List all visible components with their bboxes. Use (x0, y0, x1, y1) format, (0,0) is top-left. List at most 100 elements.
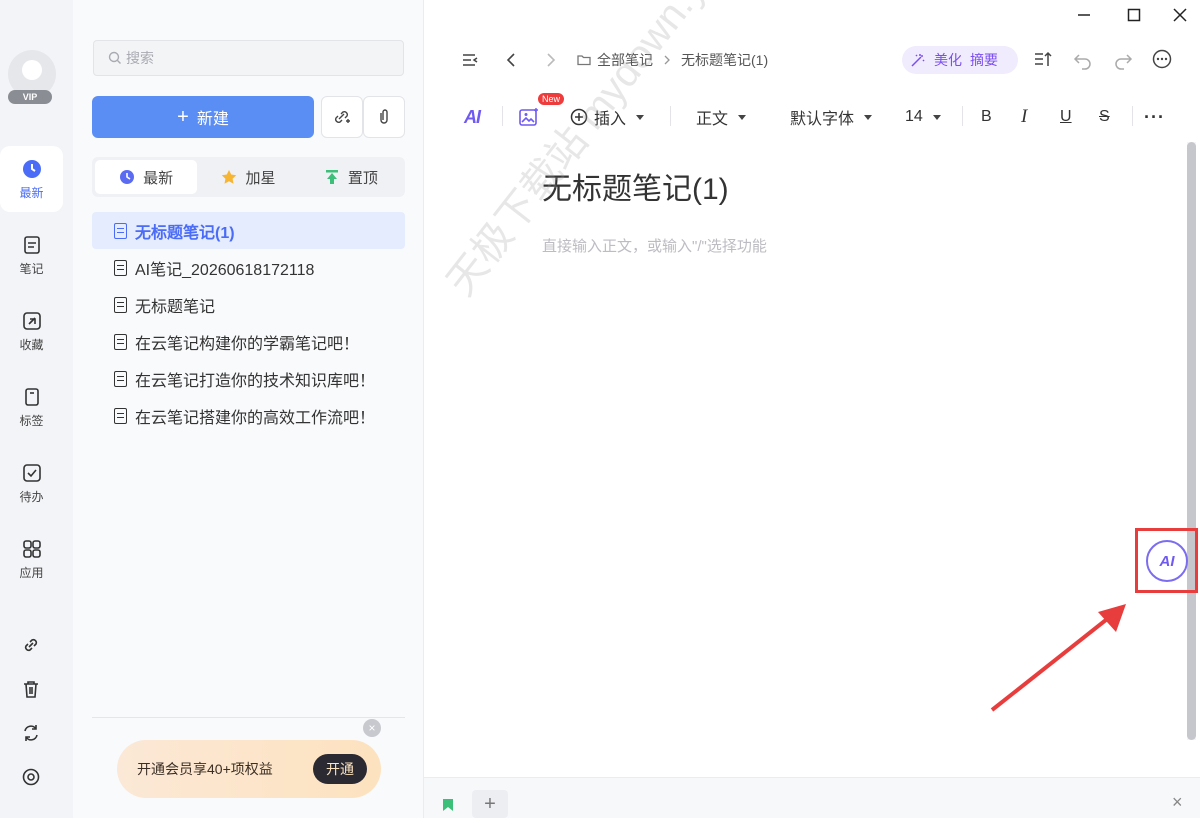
link-icon[interactable] (20, 634, 42, 656)
rail-item-favorites[interactable]: 收藏 (0, 298, 63, 364)
chevron-down-icon (864, 114, 873, 120)
note-title: 在云笔记打造你的技术知识库吧！ (135, 372, 376, 390)
paragraph-style-select[interactable]: 正文 (696, 104, 747, 130)
list-item[interactable]: 在云笔记打造你的技术知识库吧！ (92, 360, 405, 397)
body-placeholder[interactable]: 直接输入正文，或输入"/"选择功能 (542, 235, 767, 256)
strikethrough-button[interactable]: S (1099, 104, 1110, 130)
rail-item-label: 应用 (19, 565, 44, 580)
tab-label: 置顶 (347, 169, 378, 187)
vip-promo-banner[interactable]: 开通会员享40+项权益 开通 (117, 740, 381, 798)
tab-label: 加星 (245, 169, 276, 187)
note-title: 无标题笔记 (135, 298, 216, 316)
link-add-icon (335, 111, 350, 123)
more-options-icon[interactable] (1151, 48, 1173, 70)
divider (670, 106, 671, 126)
star-icon (222, 170, 237, 184)
tab-label: 最新 (143, 169, 174, 187)
more-label: ··· (1144, 106, 1165, 127)
note-title: AI笔记_20260618172118 (135, 261, 315, 279)
bold-button[interactable]: B (981, 104, 992, 130)
note-icon (23, 235, 40, 254)
ai-assistant-button[interactable]: AI (1146, 540, 1188, 582)
sort-icon[interactable] (1032, 49, 1054, 71)
note-list: 无标题笔记(1) AI笔记_20260618172118 无标题笔记 在云笔记构… (92, 212, 405, 434)
close-icon[interactable]: × (1172, 792, 1183, 813)
editor-pane: 全部笔记 无标题笔记(1) 美化 摘要 AI New 插入 正文 默认字体 14… (424, 0, 1200, 818)
beautify-button[interactable]: 美化 (934, 50, 962, 70)
underline-label: U (1060, 108, 1072, 125)
link-note-button[interactable] (321, 96, 363, 138)
ai-logo: AI (464, 106, 481, 127)
new-note-label: 新建 (196, 111, 229, 128)
tab-starred[interactable]: 加星 (197, 160, 299, 194)
image-button[interactable] (518, 104, 540, 130)
trash-icon[interactable] (20, 678, 42, 700)
promo-text: 开通会员享40+项权益 (137, 761, 273, 777)
undo-icon[interactable] (1072, 49, 1094, 71)
font-label: 默认字体 (790, 111, 855, 128)
rail-item-label: 待办 (19, 489, 44, 504)
divider (502, 106, 503, 126)
scrollbar-thumb[interactable] (1187, 142, 1196, 740)
redo-icon[interactable] (1112, 49, 1134, 71)
close-icon (1173, 8, 1187, 22)
red-arrow-annotation (990, 604, 1126, 712)
rail-item-apps[interactable]: 应用 (0, 526, 63, 592)
chevron-down-icon (932, 114, 941, 120)
italic-label: I (1021, 106, 1028, 127)
add-tab-button[interactable]: + (472, 790, 508, 818)
clock-icon (22, 159, 41, 178)
rail-item-notes[interactable]: 笔记 (0, 222, 63, 288)
more-button[interactable]: ··· (1144, 104, 1165, 130)
sync-icon[interactable] (20, 722, 42, 744)
clip-icon (380, 109, 388, 124)
rail-item-todo[interactable]: 待办 (0, 450, 63, 516)
divider (92, 717, 405, 718)
list-item[interactable]: 在云笔记搭建你的高效工作流吧！ (92, 397, 405, 434)
chevron-down-icon (636, 114, 645, 120)
plus-icon: + (177, 106, 189, 128)
summary-button[interactable]: 摘要 (970, 50, 998, 70)
image-sparkle-icon (519, 108, 538, 126)
note-title: 在云笔记搭建你的高效工作流吧！ (135, 409, 376, 427)
note-icon (114, 296, 127, 313)
tab-pinned[interactable]: 置顶 (300, 160, 402, 194)
close-icon[interactable]: × (363, 719, 381, 737)
rail-item-tags[interactable]: 标签 (0, 374, 63, 440)
open-vip-button[interactable]: 开通 (313, 754, 367, 784)
search-icon (108, 51, 121, 64)
underline-button[interactable]: U (1060, 104, 1072, 130)
list-item[interactable]: AI笔记_20260618172118 (92, 249, 405, 286)
note-icon (114, 333, 127, 350)
settings-icon[interactable] (20, 766, 42, 788)
minimize-button[interactable] (1072, 3, 1096, 27)
collapse-sidebar-icon[interactable] (460, 50, 480, 70)
divider (1132, 106, 1133, 126)
maximize-icon (1127, 8, 1141, 22)
rail-item-label: 收藏 (19, 337, 44, 352)
search-input[interactable]: 搜索 (93, 40, 404, 76)
ai-button[interactable]: AI (464, 104, 481, 130)
new-note-button[interactable]: + 新建 (92, 96, 314, 138)
tab-latest[interactable]: 最新 (95, 160, 198, 194)
note-icon (114, 222, 127, 239)
beautify-summary-group: 美化 摘要 (902, 46, 1018, 74)
italic-button[interactable]: I (1021, 104, 1027, 130)
minimize-icon (1078, 14, 1090, 16)
magic-wand-icon (911, 54, 925, 67)
chevron-down-icon (738, 114, 747, 120)
list-item[interactable]: 无标题笔记(1) (92, 212, 405, 249)
voice-note-button[interactable] (363, 96, 405, 138)
back-icon[interactable] (502, 50, 522, 70)
pin-top-icon (325, 170, 338, 184)
font-family-select[interactable]: 默认字体 (790, 104, 873, 130)
maximize-button[interactable] (1122, 3, 1146, 27)
rail-item-label: 最新 (19, 185, 44, 200)
bookmark-icon[interactable] (442, 798, 454, 812)
list-item[interactable]: 无标题笔记 (92, 286, 405, 323)
list-item[interactable]: 在云笔记构建你的学霸笔记吧！ (92, 323, 405, 360)
forward-icon[interactable] (540, 50, 560, 70)
rail-item-latest[interactable]: 最新 (0, 146, 63, 212)
close-window-button[interactable] (1168, 3, 1192, 27)
font-size-select[interactable]: 14 (905, 104, 941, 130)
